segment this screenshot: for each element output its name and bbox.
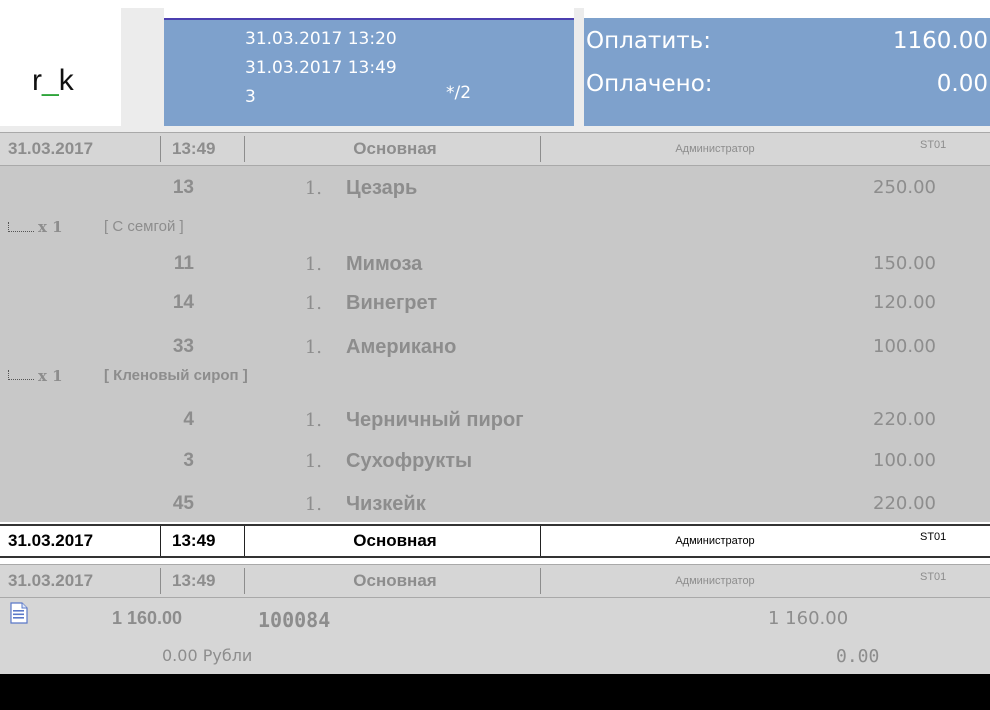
payment-panel: Оплатить: 1160.00 Оплачено: 0.00 <box>584 18 990 126</box>
order-station: ST01 <box>920 531 947 543</box>
item-code: 11 <box>173 253 194 274</box>
item-qty: 1. <box>304 178 322 199</box>
logo-suffix: k <box>58 64 74 97</box>
divider <box>160 136 161 162</box>
item-code: 33 <box>172 336 194 357</box>
item-price: 220.00 <box>873 493 936 514</box>
item-name: Цезарь <box>346 177 418 199</box>
divider <box>244 136 245 162</box>
item-code: 4 <box>183 409 194 430</box>
item-price: 220.00 <box>873 409 936 430</box>
item-name: Американо <box>346 336 457 358</box>
item-name: Черничный пирог <box>346 409 524 431</box>
order-station: ST01 <box>920 139 947 151</box>
to-pay-label: Оплатить: <box>586 28 711 54</box>
bill-total: 1 160.00 <box>768 608 849 629</box>
item-qty: 1. <box>304 451 322 472</box>
item-name: Мимоза <box>346 253 423 275</box>
logo: r_k <box>6 8 121 126</box>
item-price: 100.00 <box>873 336 936 357</box>
order-station: ST01 <box>920 571 947 583</box>
tree-connector-icon <box>8 222 34 232</box>
order-date: 31.03.2017 <box>8 571 94 590</box>
bill-number: 100084 <box>258 608 331 632</box>
logo-underscore: _ <box>42 64 59 97</box>
item-qty: 1. <box>304 293 322 314</box>
guest-count: 3 <box>245 87 256 107</box>
item-code: 13 <box>172 177 194 198</box>
order-items-list: 13 1. Цезарь 250.00 x 1 [ С семгой ] 11 … <box>0 166 990 522</box>
header-spacer <box>121 8 164 126</box>
order-header-row[interactable]: 31.03.2017 13:49 Основная Администратор … <box>0 132 990 166</box>
item-qty: 1. <box>304 254 322 275</box>
divider <box>540 568 541 594</box>
order-header-row-active[interactable]: 31.03.2017 13:49 Основная Администратор … <box>0 524 990 558</box>
order-time: 13:49 <box>172 139 216 158</box>
modifier-qty: x 1 <box>38 218 63 236</box>
document-icon <box>10 602 28 624</box>
modifier-name: [ С семгой ] <box>104 218 184 235</box>
order-date: 31.03.2017 <box>8 139 94 158</box>
order-time: 13:49 <box>172 531 216 550</box>
item-qty: 1. <box>304 410 322 431</box>
item-name: Сухофрукты <box>346 450 473 472</box>
header-spacer-2 <box>574 8 584 126</box>
order-time: 13:49 <box>172 571 216 590</box>
item-code: 3 <box>183 450 194 471</box>
item-code: 45 <box>172 493 194 514</box>
paid-label: Оплачено: <box>586 71 713 97</box>
order-date: 31.03.2017 <box>8 531 94 550</box>
paid-amount: 0.00 Рубли <box>162 646 253 665</box>
modifier-name: [ Кленовый сироп ] <box>104 367 248 384</box>
bill-amount: 1 160.00 <box>112 608 183 628</box>
bottom-bar <box>0 674 990 710</box>
logo-text: r_k <box>32 64 74 98</box>
table-number: */2 <box>446 83 472 103</box>
bill-section[interactable]: 1 160.00 100084 1 160.00 0.00 Рубли 0.00 <box>0 598 990 674</box>
item-qty: 1. <box>304 337 322 358</box>
item-price: 250.00 <box>873 177 936 198</box>
paid-amount-value: 0.00 <box>836 646 880 667</box>
order-waiter: Администратор <box>675 535 755 547</box>
item-price: 150.00 <box>873 253 936 274</box>
divider <box>540 526 541 556</box>
divider <box>540 136 541 162</box>
order-header-row[interactable]: 31.03.2017 13:49 Основная Администратор … <box>0 564 990 598</box>
tree-connector-icon <box>8 370 34 380</box>
order-waiter: Администратор <box>675 575 755 587</box>
paid-value: 0.00 <box>936 71 988 97</box>
divider <box>160 568 161 594</box>
order-hall: Основная <box>353 139 437 158</box>
item-name: Винегрет <box>346 292 438 314</box>
order-hall: Основная <box>353 531 437 550</box>
item-name: Чизкейк <box>346 493 426 515</box>
to-pay-value: 1160.00 <box>892 28 988 54</box>
current-datetime: 31.03.2017 13:49 <box>245 58 397 78</box>
order-info-panel: 31.03.2017 13:20 31.03.2017 13:49 3 */2 <box>164 18 574 126</box>
order-waiter: Администратор <box>675 143 755 155</box>
divider <box>244 526 245 556</box>
item-code: 14 <box>172 292 194 313</box>
item-price: 120.00 <box>873 292 936 313</box>
divider <box>244 568 245 594</box>
item-qty: 1. <box>304 494 322 515</box>
opened-datetime: 31.03.2017 13:20 <box>245 29 397 49</box>
logo-prefix: r <box>32 64 42 97</box>
modifier-qty: x 1 <box>38 367 63 385</box>
divider <box>160 526 161 556</box>
order-hall: Основная <box>353 571 437 590</box>
item-price: 100.00 <box>873 450 936 471</box>
